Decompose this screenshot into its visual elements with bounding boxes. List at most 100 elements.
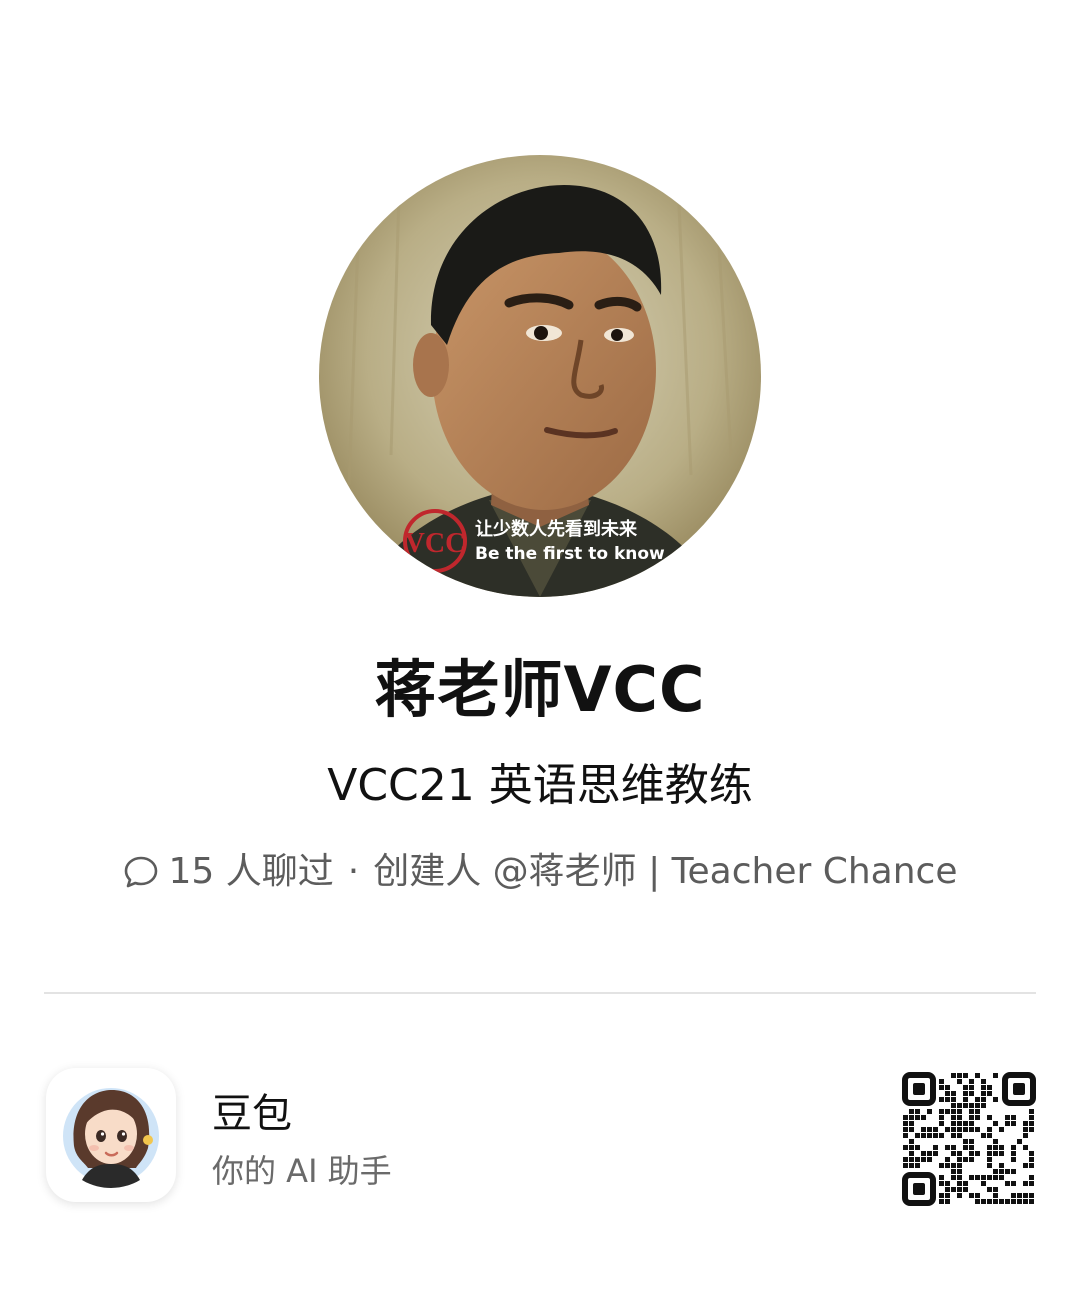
qr-module [909, 1109, 914, 1114]
qr-module [939, 1079, 944, 1084]
qr-module [927, 1157, 932, 1162]
qr-module [927, 1133, 932, 1138]
bot-name: 蒋老师VCC [374, 653, 706, 726]
qr-module [999, 1175, 1004, 1180]
qr-module [1011, 1193, 1016, 1198]
qr-module [981, 1199, 986, 1204]
qr-module [969, 1157, 974, 1162]
qr-module [945, 1193, 950, 1198]
doubao-app-icon[interactable] [46, 1068, 176, 1202]
chat-count: 15 人聊过 [168, 851, 334, 892]
qr-module [999, 1169, 1004, 1174]
qr-module [915, 1145, 920, 1150]
qr-module [987, 1115, 992, 1120]
qr-module [945, 1085, 950, 1090]
qr-module [1011, 1157, 1016, 1162]
qr-module [969, 1079, 974, 1084]
qr-module [939, 1175, 944, 1180]
qr-module [975, 1127, 980, 1132]
qr-code-icon [902, 1072, 1036, 1206]
qr-module [957, 1115, 962, 1120]
qr-module [951, 1133, 956, 1138]
qr-module [945, 1157, 950, 1162]
qr-module [903, 1157, 908, 1162]
qr-module [939, 1109, 944, 1114]
qr-module [993, 1121, 998, 1126]
qr-module [1029, 1127, 1034, 1132]
bot-meta-row: 15 人聊过 · 创建人 @蒋老师 | Teacher Chance [0, 846, 1080, 898]
qr-module [951, 1103, 956, 1108]
qr-module [969, 1109, 974, 1114]
qr-code-graphic [902, 1072, 1036, 1206]
qr-module [939, 1199, 944, 1204]
qr-module [945, 1145, 950, 1150]
bot-avatar[interactable]: VCC 让少数人先看到未来 Be the first to know [319, 155, 761, 597]
qr-module [993, 1073, 998, 1078]
qr-module [1023, 1145, 1028, 1150]
qr-module [987, 1127, 992, 1132]
qr-module [957, 1193, 962, 1198]
qr-module [987, 1199, 992, 1204]
qr-module [1029, 1109, 1034, 1114]
qr-module [987, 1157, 992, 1162]
qr-module [987, 1085, 992, 1090]
qr-module [957, 1109, 962, 1114]
qr-module [969, 1193, 974, 1198]
qr-module [945, 1187, 950, 1192]
qr-module [987, 1151, 992, 1156]
qr-module [1011, 1115, 1016, 1120]
qr-module [903, 1115, 908, 1120]
qr-module [909, 1139, 914, 1144]
qr-module [951, 1145, 956, 1150]
qr-module [939, 1181, 944, 1186]
qr-module [957, 1133, 962, 1138]
qr-module [1011, 1151, 1016, 1156]
qr-module [1029, 1121, 1034, 1126]
qr-module [1005, 1115, 1010, 1120]
qr-module [981, 1133, 986, 1138]
qr-module [951, 1115, 956, 1120]
qr-module [957, 1121, 962, 1126]
qr-module [957, 1163, 962, 1168]
qr-module [927, 1127, 932, 1132]
qr-module [909, 1121, 914, 1126]
qr-module [1005, 1199, 1010, 1204]
qr-module [957, 1127, 962, 1132]
qr-module [903, 1163, 908, 1168]
qr-module [975, 1073, 980, 1078]
meta-separator: · [347, 851, 360, 892]
qr-module [903, 1133, 908, 1138]
qr-module [957, 1175, 962, 1180]
qr-module [939, 1133, 944, 1138]
qr-module [933, 1133, 938, 1138]
qr-module [945, 1181, 950, 1186]
qr-module [987, 1145, 992, 1150]
qr-module [915, 1133, 920, 1138]
qr-module [1023, 1127, 1028, 1132]
qr-module [1011, 1145, 1016, 1150]
qr-module [939, 1121, 944, 1126]
qr-module [933, 1145, 938, 1150]
qr-module [987, 1187, 992, 1192]
qr-module [993, 1145, 998, 1150]
qr-module [999, 1199, 1004, 1204]
qr-module [1023, 1133, 1028, 1138]
qr-module [915, 1163, 920, 1168]
qr-module [909, 1145, 914, 1150]
qr-module [963, 1097, 968, 1102]
qr-module [969, 1127, 974, 1132]
creator-link[interactable]: 创建人 @蒋老师 | Teacher Chance [373, 846, 957, 898]
qr-module [1023, 1193, 1028, 1198]
qr-module [1011, 1121, 1016, 1126]
qr-module [1011, 1169, 1016, 1174]
qr-module [1029, 1181, 1034, 1186]
qr-module [951, 1175, 956, 1180]
qr-module [939, 1115, 944, 1120]
qr-module [993, 1151, 998, 1156]
qr-module [975, 1097, 980, 1102]
qr-module [903, 1145, 908, 1150]
qr-module [951, 1163, 956, 1168]
qr-module [1029, 1199, 1034, 1204]
qr-module [951, 1121, 956, 1126]
teacher-portrait-image: VCC 让少数人先看到未来 Be the first to know [319, 155, 761, 597]
